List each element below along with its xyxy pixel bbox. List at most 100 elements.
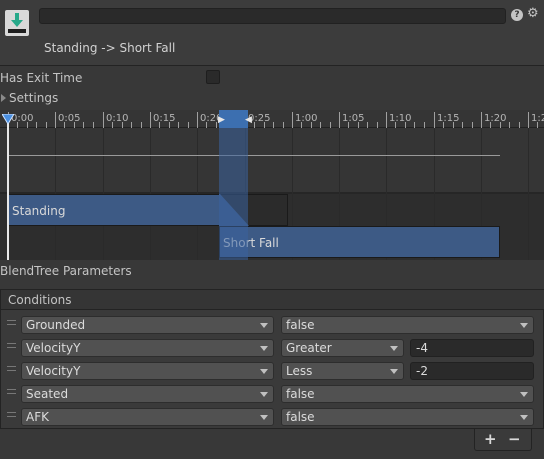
condition-row[interactable]: VelocityY Less -2 (1, 360, 544, 380)
ruler-tick-label: 1:00 (295, 113, 318, 124)
parameter-dropdown[interactable]: Grounded (21, 316, 274, 334)
ruler-minor-tick (500, 122, 501, 128)
ruler-minor-tick (358, 122, 359, 128)
remove-condition-button[interactable]: − (508, 430, 521, 448)
ruler-minor-tick (472, 122, 473, 128)
ruler-tick-label: 0:15 (153, 113, 176, 124)
transition-timeline[interactable]: 0:00 0:05 0:10 0:15 0:20 0:25 1:00 1:05 1:10 1:15… (0, 110, 544, 260)
ruler-minor-tick (301, 122, 302, 128)
chevron-down-icon (390, 369, 398, 374)
threshold-input[interactable]: -4 (410, 339, 534, 357)
parameter-value: Grounded (26, 318, 86, 332)
help-icon[interactable]: ? (511, 9, 523, 21)
transition-start-marker-icon[interactable]: ▶ (218, 115, 225, 125)
parameter-dropdown[interactable]: VelocityY (21, 339, 274, 357)
ruler-major-tick (197, 112, 198, 128)
ruler-minor-tick (74, 122, 75, 128)
parameter-dropdown[interactable]: VelocityY (21, 362, 274, 380)
chevron-down-icon (260, 346, 268, 351)
ruler-minor-tick (46, 122, 47, 128)
transition-name-field[interactable] (39, 8, 506, 24)
ruler-major-tick (103, 112, 104, 128)
mode-value: false (286, 318, 315, 332)
ruler-minor-tick (93, 122, 94, 128)
ruler-minor-tick (509, 122, 510, 128)
ruler-minor-tick (216, 122, 217, 128)
ruler-major-tick (481, 112, 482, 128)
ruler-minor-tick (254, 122, 255, 128)
ruler-tick-label: 0:10 (106, 113, 129, 124)
chevron-down-icon (520, 323, 528, 328)
ruler-tick-label: 1:10 (389, 113, 412, 124)
mode-dropdown[interactable]: Greater (281, 339, 404, 357)
condition-row[interactable]: Grounded false (1, 314, 544, 334)
parameter-value: VelocityY (26, 364, 81, 378)
playhead-handle-icon[interactable] (2, 114, 14, 124)
ruler-minor-tick (462, 122, 463, 128)
transition-end-marker-icon[interactable]: ◀ (245, 115, 252, 125)
chevron-down-icon (260, 369, 268, 374)
parameter-dropdown[interactable]: AFK (21, 408, 274, 426)
ruler-minor-tick (169, 122, 170, 128)
ruler-minor-tick (36, 122, 37, 128)
condition-row[interactable]: VelocityY Greater -4 (1, 337, 544, 357)
conditions-title: Conditions (8, 293, 72, 307)
mode-value: Less (286, 364, 313, 378)
ruler-major-tick (339, 112, 340, 128)
chevron-down-icon (260, 323, 268, 328)
ruler-minor-tick (537, 122, 538, 128)
ruler-tick-label: 1:20 (484, 113, 507, 124)
condition-row[interactable]: AFK false (1, 406, 544, 426)
mode-dropdown[interactable]: false (281, 408, 534, 426)
conditions-footer: + − (474, 429, 532, 451)
drag-handle-icon[interactable] (7, 389, 16, 394)
condition-row[interactable]: Seated false (1, 383, 544, 403)
threshold-input[interactable]: -2 (410, 362, 534, 380)
parameter-value: Seated (26, 387, 69, 401)
timeline-playhead[interactable] (7, 120, 9, 260)
ruler-minor-tick (122, 122, 123, 128)
parameter-value: AFK (26, 410, 49, 424)
ruler-minor-tick (330, 122, 331, 128)
ruler-minor-tick (141, 122, 142, 128)
chevron-down-icon (260, 415, 268, 420)
mode-value: Greater (286, 341, 332, 355)
drag-handle-icon[interactable] (7, 320, 16, 325)
has-exit-time-checkbox[interactable] (206, 70, 220, 84)
ruler-minor-tick (178, 122, 179, 128)
has-exit-time-label: Has Exit Time (0, 71, 83, 85)
mode-dropdown[interactable]: false (281, 385, 534, 403)
chevron-down-icon (520, 392, 528, 397)
gear-icon[interactable]: ⚙ (527, 6, 539, 22)
ruler-minor-tick (206, 122, 207, 128)
ruler-minor-tick (424, 122, 425, 128)
ruler-minor-tick (348, 122, 349, 128)
ruler-minor-tick (83, 122, 84, 128)
blendtree-parameters-label: BlendTree Parameters (0, 264, 132, 278)
ruler-minor-tick (273, 122, 274, 128)
add-condition-button[interactable]: + (484, 430, 497, 448)
mode-dropdown[interactable]: Less (281, 362, 404, 380)
drag-handle-icon[interactable] (7, 343, 16, 348)
transition-title: Standing -> Short Fall (44, 41, 176, 55)
ruler-minor-tick (405, 122, 406, 128)
drag-handle-icon[interactable] (7, 366, 16, 371)
ruler-minor-tick (519, 122, 520, 128)
timeline-curve-track (0, 128, 544, 192)
ruler-minor-tick (311, 122, 312, 128)
source-clip-label: Standing (12, 204, 66, 218)
mode-dropdown[interactable]: false (281, 316, 534, 334)
ruler-minor-tick (27, 122, 28, 128)
conditions-header: Conditions (1, 290, 544, 310)
settings-foldout-icon[interactable] (1, 94, 6, 102)
ruler-major-tick (55, 112, 56, 128)
transition-duration-band[interactable] (219, 110, 248, 260)
parameter-dropdown[interactable]: Seated (21, 385, 274, 403)
transition-header: ? ⚙ Standing -> Short Fall (0, 0, 544, 66)
drag-handle-icon[interactable] (7, 412, 16, 417)
conditions-list: Conditions Grounded false VelocityY Grea… (0, 289, 544, 429)
timeline-grid-line (528, 128, 529, 260)
ruler-major-tick (150, 112, 151, 128)
ruler-minor-tick (320, 122, 321, 128)
settings-foldout-label[interactable]: Settings (9, 91, 58, 105)
